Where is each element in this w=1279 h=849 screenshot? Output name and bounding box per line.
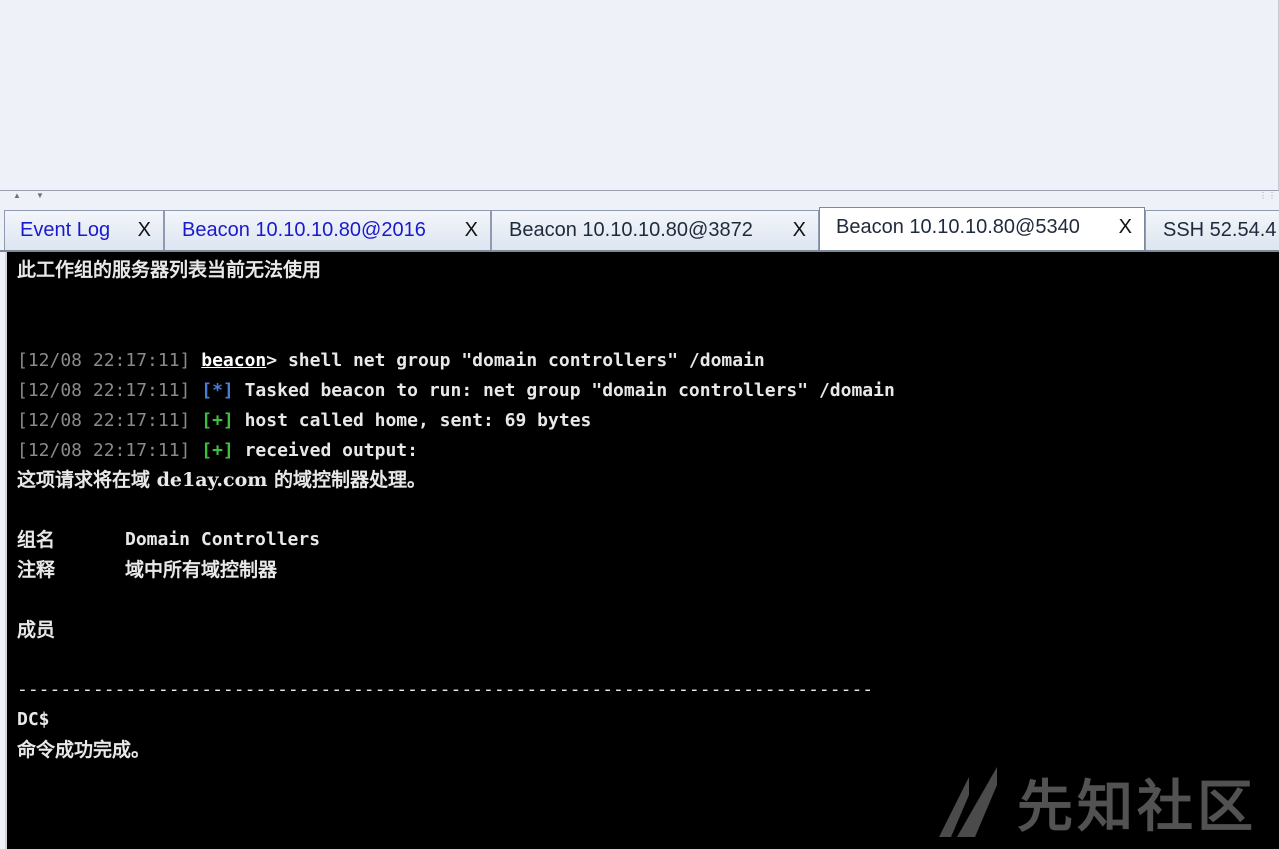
tab-beacon-5340[interactable]: Beacon 10.10.10.80@5340 X [819, 207, 1145, 250]
success-marker: [+] [201, 440, 234, 461]
member-entry: DC$ [17, 709, 50, 730]
tab-label: Event Log [20, 219, 111, 241]
info-marker: [*] [201, 380, 234, 401]
split-down-arrow-icon[interactable]: ▼ [36, 191, 44, 201]
timestamp: [12/08 22:17:11] [17, 380, 191, 401]
watermark-text: 先知社区 [1017, 775, 1257, 840]
split-up-arrow-icon[interactable]: ▲ [13, 191, 21, 201]
task-line: [12/08 22:17:11] [*] Tasked beacon to ru… [17, 380, 895, 402]
tab-beacon-3872[interactable]: Beacon 10.10.10.80@3872 X [491, 210, 819, 250]
group-name-label: 组名 [17, 529, 56, 551]
xianzhi-logo-icon [939, 767, 997, 837]
tab-event-log[interactable]: Event Log X [4, 210, 164, 250]
tab-label: Beacon 10.10.10.80@5340 [836, 215, 1080, 238]
comment-row: 注释 [17, 559, 55, 582]
top-pane [0, 0, 1279, 191]
success-marker: [+] [201, 410, 234, 431]
sent-text: host called home, sent: 69 bytes [233, 410, 592, 431]
tab-label: Beacon 10.10.10.80@3872 [509, 219, 753, 241]
received-line: [12/08 22:17:11] [+] received output: [17, 440, 418, 462]
completion-line: 命令成功完成。 [17, 739, 151, 761]
output-line: 这项请求将在域 de1ay.com 的域控制器处理。 [17, 469, 426, 491]
group-name-value: Domain Controllers [125, 529, 321, 550]
timestamp: [12/08 22:17:11] [17, 440, 191, 461]
beacon-prompt: beacon [201, 350, 267, 371]
members-label: 成员 [17, 619, 56, 641]
close-tab-icon[interactable]: X [793, 219, 806, 242]
group-name-row: 组名 [17, 529, 55, 552]
splitter-grip-icon[interactable]: ⋮⋮ [1259, 191, 1277, 201]
pane-splitter[interactable]: ▲ ▼ ⋮⋮ [0, 191, 1279, 205]
timestamp: [12/08 22:17:11] [17, 410, 191, 431]
tab-ssh[interactable]: SSH 52.54.4 [1145, 210, 1279, 250]
console-line: 此工作组的服务器列表当前无法使用 [17, 259, 322, 281]
task-text: Tasked beacon to run: net group "domain … [233, 380, 895, 401]
comment-value: 域中所有域控制器 [125, 559, 278, 581]
close-tab-icon[interactable]: X [1119, 216, 1132, 239]
sent-line: [12/08 22:17:11] [+] host called home, s… [17, 410, 591, 432]
tab-bar: Event Log X Beacon 10.10.10.80@2016 X Be… [0, 205, 1279, 252]
command-text: > shell net group "domain controllers" /… [266, 350, 765, 371]
tab-label: Beacon 10.10.10.80@2016 [182, 219, 426, 241]
close-tab-icon[interactable]: X [138, 219, 151, 242]
command-line: [12/08 22:17:11] beacon> shell net group… [17, 350, 765, 372]
tab-label: SSH 52.54.4 [1163, 219, 1277, 241]
received-text: received output: [233, 440, 418, 461]
separator-line: ----------------------------------------… [17, 679, 874, 700]
beacon-console[interactable]: 此工作组的服务器列表当前无法使用 [12/08 22:17:11] beacon… [5, 252, 1279, 849]
tab-beacon-2016[interactable]: Beacon 10.10.10.80@2016 X [164, 210, 491, 250]
close-tab-icon[interactable]: X [465, 219, 478, 242]
watermark: 先知社区 [939, 762, 1257, 843]
timestamp: [12/08 22:17:11] [17, 350, 191, 371]
comment-label: 注释 [17, 559, 56, 581]
